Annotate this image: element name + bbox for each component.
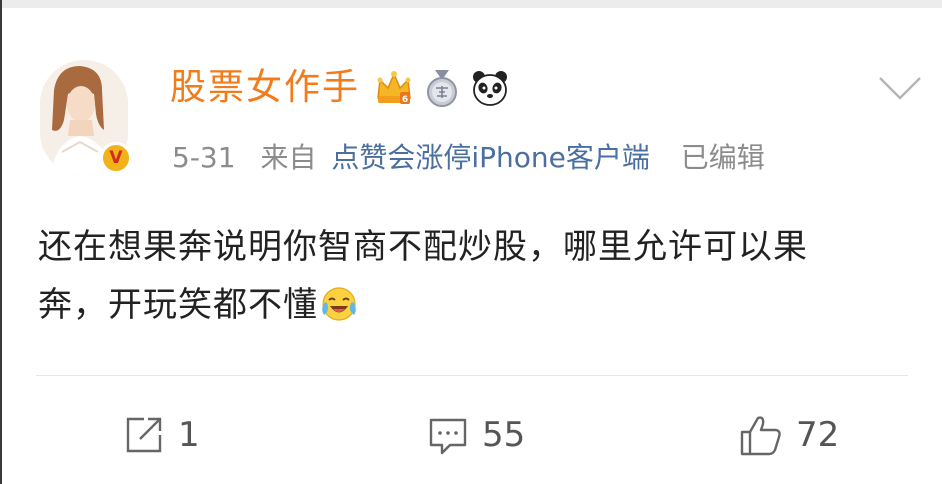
- panda-icon[interactable]: [470, 68, 510, 108]
- repost-button[interactable]: 1: [122, 410, 200, 460]
- source-prefix: 来自: [260, 141, 317, 174]
- repost-count: 1: [178, 415, 200, 455]
- action-bar-divider: [36, 375, 908, 376]
- edited-label[interactable]: 已编辑: [681, 138, 765, 178]
- laugh-cry-emoji-icon: [322, 287, 356, 321]
- thumbs-up-icon: [740, 416, 781, 456]
- author-badges: 6: [374, 66, 510, 110]
- like-count: 72: [796, 415, 840, 455]
- svg-text:6: 6: [402, 95, 408, 105]
- comment-button[interactable]: 55: [426, 410, 525, 460]
- repost-icon: [126, 417, 162, 453]
- post-time: 5-31: [172, 141, 236, 174]
- post-content-line-1: 还在想果奔说明你智商不配炒股，哪里允许可以果: [38, 227, 808, 267]
- comment-count: 55: [482, 415, 526, 455]
- post-content[interactable]: 还在想果奔说明你智商不配炒股，哪里允许可以果 奔，开玩笑都不懂: [38, 218, 918, 334]
- chevron-down-icon[interactable]: [874, 70, 926, 104]
- top-separator-band: [2, 0, 942, 8]
- post-source-link[interactable]: 点赞会涨停iPhone客户端: [331, 138, 650, 178]
- post-content-line-2: 奔，开玩笑都不懂: [38, 276, 918, 334]
- medal-icon[interactable]: [422, 68, 462, 108]
- author-name[interactable]: 股票女作手: [170, 66, 360, 110]
- like-button[interactable]: 72: [738, 410, 839, 460]
- verified-badge-icon: V: [100, 142, 132, 174]
- crown-vip-icon[interactable]: 6: [374, 68, 414, 108]
- weibo-post-card: V 股票女作手 6 5-31 来自 点赞会涨停iPhone客户端 已编辑 还在想…: [0, 0, 942, 484]
- comment-icon: [429, 418, 467, 455]
- avatar[interactable]: V: [36, 56, 132, 180]
- post-content-line-2-text: 奔，开玩笑都不懂: [38, 285, 318, 325]
- post-meta: 5-31 来自 点赞会涨停iPhone客户端 已编辑: [172, 138, 765, 178]
